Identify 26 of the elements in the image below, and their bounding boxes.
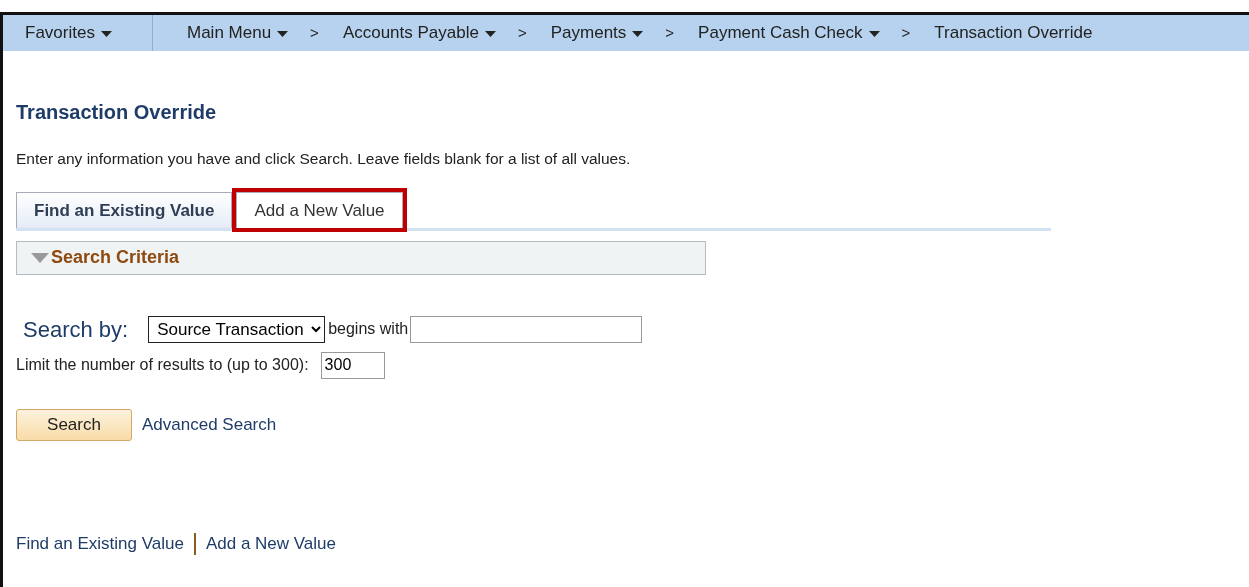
search-value-field[interactable] [410,315,643,343]
breadcrumb-separator: > [310,22,320,43]
operator-label: begins with [328,319,409,340]
favorites-menu[interactable]: Favorites [25,20,134,46]
breadcrumb-item[interactable]: Payments [550,20,666,46]
breadcrumb-item[interactable]: Accounts Payable [342,20,518,46]
breadcrumb-item[interactable]: Main Menu [187,20,311,46]
breadcrumb-separator: > [901,22,912,43]
section-title: Search Criteria [51,246,180,270]
breadcrumb-item[interactable]: Payment Cash Check [698,20,902,46]
advanced-search-link[interactable]: Advanced Search [142,412,277,438]
footer-link[interactable]: Add a New Value [205,530,336,557]
breadcrumb-separator: > [665,22,676,43]
breadcrumb-separator: > [517,22,528,43]
breadcrumb-item[interactable]: Transaction Override [934,20,1115,46]
limit-label: Limit the number of results to (up to 300): [16,355,309,376]
limit-field[interactable]: 300 [320,351,385,379]
page-title: Transaction Override [16,100,218,125]
search-by-label: Search by: [23,315,129,344]
instructions-text: Enter any information you have and click Search. Leave fields blank for a list of all values. [16,149,632,169]
search-field-dropdown[interactable]: Source Transaction [148,315,326,343]
collapse-triangle-icon[interactable] [31,252,49,263]
section-header[interactable]: Search Criteria [16,240,706,275]
tab[interactable]: Find an Existing Value [16,192,233,228]
search-button[interactable]: Search [16,408,132,441]
footer-link[interactable]: Find an Existing Value [16,530,184,557]
